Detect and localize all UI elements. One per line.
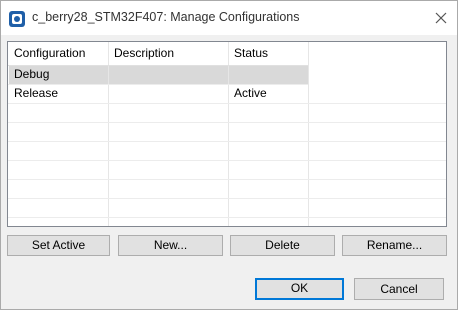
column-header-configuration[interactable]: Configuration xyxy=(8,42,108,64)
title-bar: c_berry28_STM32F407: Manage Configuratio… xyxy=(1,1,457,35)
window-title: c_berry28_STM32F407: Manage Configuratio… xyxy=(32,10,300,24)
cell-configuration: Debug xyxy=(14,67,50,81)
cell-status xyxy=(228,65,308,84)
new-button[interactable]: New... xyxy=(118,235,223,256)
manage-configurations-dialog: c_berry28_STM32F407: Manage Configuratio… xyxy=(0,0,458,310)
table-header: Configuration Description Status xyxy=(8,42,446,65)
cell-configuration: Release xyxy=(14,86,59,100)
ok-button[interactable]: OK xyxy=(255,278,344,300)
rename-button[interactable]: Rename... xyxy=(342,235,447,256)
cell-description xyxy=(108,65,228,84)
close-icon[interactable] xyxy=(429,7,453,29)
background-strip xyxy=(0,310,459,315)
cancel-button[interactable]: Cancel xyxy=(354,278,444,300)
cell-status: Active xyxy=(234,86,267,100)
set-active-button[interactable]: Set Active xyxy=(7,235,110,256)
delete-button[interactable]: Delete xyxy=(230,235,335,256)
column-header-status[interactable]: Status xyxy=(228,42,308,64)
app-logo-icon xyxy=(9,11,25,27)
configurations-table[interactable]: Configuration Description Status Debug R… xyxy=(7,41,447,227)
cell-description xyxy=(108,84,228,103)
column-header-description[interactable]: Description xyxy=(108,42,228,64)
